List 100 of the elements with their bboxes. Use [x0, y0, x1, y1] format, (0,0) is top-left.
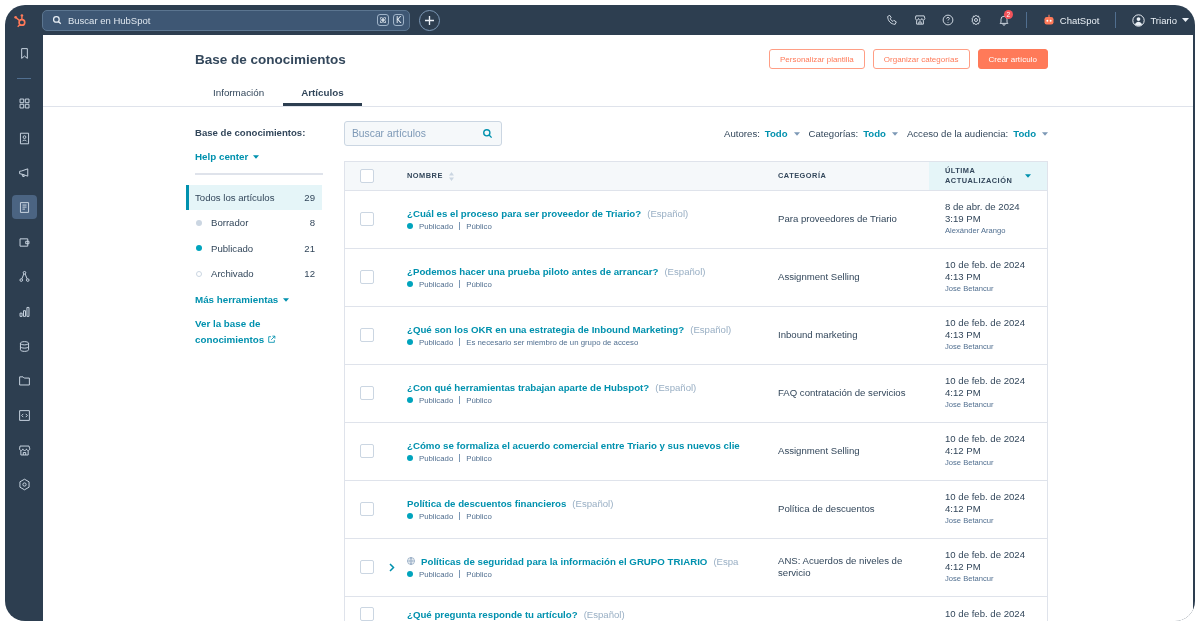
bar-chart-icon [17, 305, 31, 318]
folder-icon [17, 374, 31, 388]
date-text: 10 de feb. de 2024 [945, 491, 1026, 503]
category-text: Assignment Selling [778, 445, 860, 457]
select-all-checkbox[interactable] [360, 169, 374, 183]
sort-down-icon [1025, 174, 1031, 178]
article-link[interactable]: ¿Con qué herramientas trabajan aparte de Hubspot? [407, 380, 650, 394]
time-text: 4:12 PM [945, 561, 981, 573]
time-text: 4:12 PM [945, 503, 981, 515]
shortcut-key: K [393, 14, 404, 26]
date-text: 10 de feb. de 2024 [945, 375, 1026, 387]
secondary-button[interactable]: Organizar categorías [872, 49, 970, 69]
filter-label: Acceso de la audiencia: [906, 128, 1009, 139]
storefront-icon[interactable] [913, 14, 926, 26]
date-text: 10 de feb. de 2024 [945, 608, 1026, 620]
account-menu[interactable]: Triario [1132, 13, 1189, 27]
contact-card-icon [17, 131, 31, 145]
bot-icon [1042, 14, 1055, 26]
plus-icon [425, 15, 434, 25]
filter-dropdown[interactable]: Todo [1013, 128, 1048, 139]
caret-down-icon [891, 131, 898, 136]
status-dot-icon [407, 339, 413, 345]
status-filter[interactable]: Borrador 8 [186, 210, 322, 236]
primary-button[interactable]: Crear artículo [977, 49, 1048, 69]
row-checkbox[interactable] [360, 270, 374, 284]
article-link[interactable]: Políticas de seguridad para la información el GRUPO TRIARIO [421, 554, 708, 568]
secondary-button[interactable]: Personalizar plantilla [769, 49, 865, 69]
article-link[interactable]: ¿Podemos hacer una prueba piloto antes de arrancar? [407, 264, 659, 278]
status-dot-icon [407, 223, 413, 229]
article-count: 21 [304, 242, 315, 254]
status-dot-icon [407, 513, 413, 519]
globe-icon [407, 557, 415, 565]
article-count: 8 [309, 217, 315, 229]
chevron-right-icon [389, 562, 395, 572]
date-text: 10 de feb. de 2024 [945, 549, 1026, 561]
search-icon [482, 128, 493, 139]
logo-icon[interactable] [13, 12, 28, 28]
row-checkbox[interactable] [360, 328, 374, 342]
article-link[interactable]: ¿Cómo se formaliza el acuerdo comercial entre Triario y sus nuevos clie [407, 438, 740, 452]
time-text: 4:12 PM [945, 387, 981, 399]
database-icon [17, 339, 31, 353]
search-icon [52, 15, 62, 25]
tab[interactable]: Artículos [283, 78, 362, 106]
filter-dropdown[interactable]: Todo [764, 128, 800, 139]
category-text: Para proveedores de Triario [778, 213, 897, 225]
status-dot-icon [407, 281, 413, 287]
external-link-icon [266, 335, 276, 345]
row-checkbox[interactable] [360, 386, 374, 400]
caret-down-icon [253, 155, 260, 159]
time-text: 4:12 PM [945, 445, 981, 457]
row-checkbox[interactable] [360, 444, 374, 458]
nav-button[interactable] [11, 195, 37, 220]
article-link[interactable]: ¿Cuál es el proceso para ser proveedor de Triario? [407, 206, 642, 220]
panel-heading: Base de conocimientos: [195, 127, 307, 139]
tab[interactable]: Información [195, 78, 283, 106]
network-icon [17, 270, 31, 284]
status-filter[interactable]: Todos los artículos 29 [186, 185, 322, 211]
article-link[interactable]: ¿Qué pregunta responde tu artículo? [407, 607, 578, 621]
article-link[interactable]: ¿Qué son los OKR en una estrategia de Inbound Marketing? [407, 322, 685, 336]
date-text: 10 de feb. de 2024 [945, 433, 1026, 445]
bell-icon[interactable] [997, 14, 1010, 26]
phone-icon[interactable] [885, 14, 898, 26]
status-dot-icon [407, 571, 413, 577]
language-label: (Español) [647, 206, 689, 220]
knowledge-base-dropdown[interactable]: Help center [195, 151, 260, 163]
chatspot-button[interactable]: ChatSpot [1042, 14, 1100, 26]
language-label: (Español) [690, 322, 732, 336]
caret-down-icon [283, 298, 290, 303]
article-count: 29 [304, 192, 315, 204]
view-knowledge-base-link[interactable]: Ver la base de conocimientos [195, 316, 323, 349]
row-checkbox[interactable] [360, 607, 374, 621]
time-text: 4:13 PM [945, 271, 981, 283]
status-dot-icon [407, 397, 413, 403]
status-dot-icon [407, 455, 413, 461]
code-icon [17, 409, 31, 423]
status-filter[interactable]: Publicado 21 [186, 235, 322, 261]
help-icon[interactable] [941, 14, 954, 26]
settings-icon[interactable] [969, 14, 982, 26]
sort-arrows-icon [448, 171, 454, 181]
filter-dropdown[interactable]: Todo [863, 128, 898, 139]
article-link[interactable]: Política de descuentos financieros [407, 496, 567, 510]
status-filter[interactable]: Archivado 12 [186, 260, 322, 287]
caret-down-icon [793, 131, 800, 136]
row-checkbox[interactable] [360, 502, 374, 516]
date-text: 10 de feb. de 2024 [945, 259, 1026, 271]
filter-label: Autores: [724, 128, 760, 139]
time-text: 4:13 PM [945, 329, 981, 341]
grid-icon [17, 96, 31, 110]
filter-label: Categorías: [808, 128, 859, 139]
date-text: 10 de feb. de 2024 [945, 317, 1026, 329]
shortcut-key: ⌘ [377, 14, 389, 26]
wallet-icon [17, 235, 31, 249]
row-checkbox[interactable] [360, 212, 374, 226]
more-tools-dropdown[interactable]: Más herramientas [195, 294, 290, 307]
date-text: 8 de abr. de 2024 [945, 201, 1020, 213]
language-label: (Espa [713, 554, 739, 568]
language-label: (Español) [572, 496, 614, 510]
expand-button[interactable] [389, 562, 395, 572]
row-checkbox[interactable] [360, 560, 374, 574]
time-text: 3:19 PM [945, 213, 981, 225]
